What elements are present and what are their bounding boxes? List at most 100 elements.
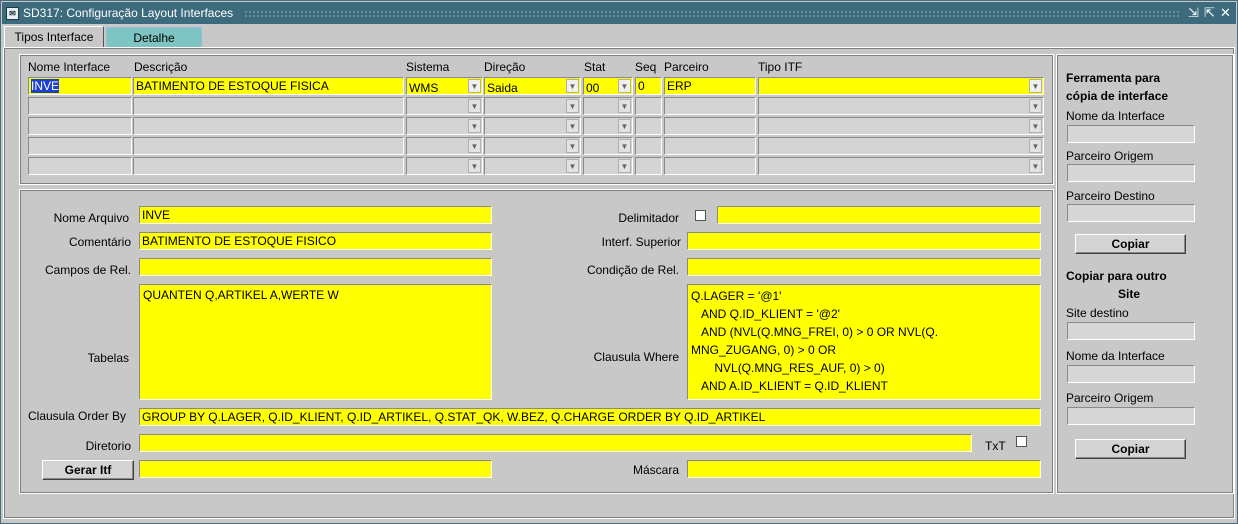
app-icon: ✉ [6,7,19,20]
gerar-itf-button[interactable]: Gerar Itf [42,460,134,480]
row1-parceiro-field[interactable]: ERP [664,77,756,95]
row1-descricao-field[interactable]: BATIMENTO DE ESTOQUE FISICA [133,77,404,95]
chevron-down-icon[interactable]: ▼ [1029,119,1042,133]
row4-parceiro-field[interactable] [664,137,756,155]
site-destino-field[interactable] [1067,322,1195,340]
nome-interface-field[interactable] [1067,125,1195,143]
interf-superior-field[interactable] [687,232,1041,250]
row3-nome-field[interactable] [28,117,132,135]
row4-stat-field[interactable]: ▼ [583,137,633,155]
row2-nome-field[interactable] [28,97,132,115]
gerar-itf-field[interactable] [139,460,492,478]
col-header-stat: Stat [584,60,606,74]
campos-rel-label: Campos de Rel. [44,263,131,277]
chevron-down-icon[interactable]: ▼ [618,79,631,93]
col-header-descricao: Descrição [134,60,188,74]
row1-stat-select[interactable]: 00 ▼ [583,77,633,95]
nome-arquivo-field[interactable]: INVE [139,206,492,224]
comentario-field[interactable]: BATIMENTO DE ESTOQUE FISICO [139,232,492,250]
tabelas-textarea[interactable]: QUANTEN Q,ARTIKEL A,WERTE W [139,284,492,400]
row5-tipo-field[interactable]: ▼ [758,157,1044,175]
mascara-label: Máscara [632,463,679,477]
mascara-field[interactable] [687,460,1041,478]
copiar-button[interactable]: Copiar [1075,234,1186,254]
row3-direcao-field[interactable]: ▼ [484,117,581,135]
row4-tipo-field[interactable]: ▼ [758,137,1044,155]
order-by-field[interactable]: GROUP BY Q.LAGER, Q.ID_KLIENT, Q.ID_ARTI… [139,408,1041,426]
minimize-icon[interactable]: ⇲ [1186,5,1201,21]
nome-interface-2-field[interactable] [1067,365,1195,383]
row5-sistema-field[interactable]: ▼ [406,157,483,175]
row5-descricao-field[interactable] [133,157,404,175]
clausula-where-textarea[interactable]: Q.LAGER = '@1' AND Q.ID_KLIENT = '@2' AN… [687,284,1041,400]
chevron-down-icon[interactable]: ▼ [618,159,631,173]
row5-direcao-field[interactable]: ▼ [484,157,581,175]
chevron-down-icon[interactable]: ▼ [566,99,579,113]
row4-nome-field[interactable] [28,137,132,155]
row5-seq-field[interactable] [635,157,662,175]
col-header-seq: Seq [635,60,657,74]
chevron-down-icon[interactable]: ▼ [566,79,579,93]
chevron-down-icon[interactable]: ▼ [468,79,481,93]
txt-checkbox[interactable] [1016,436,1027,447]
row2-stat-field[interactable]: ▼ [583,97,633,115]
close-icon[interactable]: ✕ [1218,5,1233,21]
parceiro-origem-2-field[interactable] [1067,407,1195,425]
row5-parceiro-field[interactable] [664,157,756,175]
chevron-down-icon[interactable]: ▼ [566,159,579,173]
row1-nome-field[interactable]: INVE [28,77,132,95]
row2-descricao-field[interactable] [133,97,404,115]
row3-sistema-field[interactable]: ▼ [406,117,483,135]
chevron-down-icon[interactable]: ▼ [1029,159,1042,173]
nome-arquivo-label: Nome Arquivo [53,211,129,225]
row1-sistema-select[interactable]: WMS ▼ [406,77,483,95]
col-header-direcao: Direção [484,60,526,74]
chevron-down-icon[interactable]: ▼ [468,159,481,173]
chevron-down-icon[interactable]: ▼ [1029,99,1042,113]
chevron-down-icon[interactable]: ▼ [1029,79,1042,93]
diretorio-label: Diretorio [85,439,131,453]
row5-nome-field[interactable] [28,157,132,175]
tabelas-label: Tabelas [87,351,129,365]
parceiro-destino-field[interactable] [1067,204,1195,222]
row2-direcao-field[interactable]: ▼ [484,97,581,115]
chevron-down-icon[interactable]: ▼ [468,119,481,133]
row2-tipo-field[interactable]: ▼ [758,97,1044,115]
condicao-rel-field[interactable] [687,258,1041,276]
row3-parceiro-field[interactable] [664,117,756,135]
tab-tipos-interface[interactable]: Tipos Interface [4,26,104,47]
campos-rel-field[interactable] [139,258,492,276]
row1-direcao-select[interactable]: Saida ▼ [484,77,581,95]
row3-seq-field[interactable] [635,117,662,135]
row3-tipo-field[interactable]: ▼ [758,117,1044,135]
chevron-down-icon[interactable]: ▼ [468,139,481,153]
chevron-down-icon[interactable]: ▼ [566,139,579,153]
row3-stat-field[interactable]: ▼ [583,117,633,135]
chevron-down-icon[interactable]: ▼ [468,99,481,113]
row1-seq-field[interactable]: 0 [635,77,662,95]
chevron-down-icon[interactable]: ▼ [1029,139,1042,153]
parceiro-origem-field[interactable] [1067,164,1195,182]
row5-stat-field[interactable]: ▼ [583,157,633,175]
delimitador-field[interactable] [717,206,1041,224]
col-header-parceiro: Parceiro [664,60,709,74]
row3-descricao-field[interactable] [133,117,404,135]
row2-sistema-field[interactable]: ▼ [406,97,483,115]
row4-seq-field[interactable] [635,137,662,155]
row1-tipo-select[interactable]: ▼ [758,77,1044,95]
row4-descricao-field[interactable] [133,137,404,155]
row2-seq-field[interactable] [635,97,662,115]
tab-detalhe[interactable]: Detalhe [106,27,202,48]
chevron-down-icon[interactable]: ▼ [566,119,579,133]
diretorio-field[interactable] [139,434,972,452]
row4-direcao-field[interactable]: ▼ [484,137,581,155]
row4-sistema-field[interactable]: ▼ [406,137,483,155]
chevron-down-icon[interactable]: ▼ [618,139,631,153]
txt-label: TxT [985,439,1006,453]
restore-icon[interactable]: ⇱ [1202,5,1217,21]
chevron-down-icon[interactable]: ▼ [618,119,631,133]
copiar-2-button[interactable]: Copiar [1075,439,1186,459]
chevron-down-icon[interactable]: ▼ [618,99,631,113]
delimitador-checkbox[interactable] [695,210,706,221]
row2-parceiro-field[interactable] [664,97,756,115]
